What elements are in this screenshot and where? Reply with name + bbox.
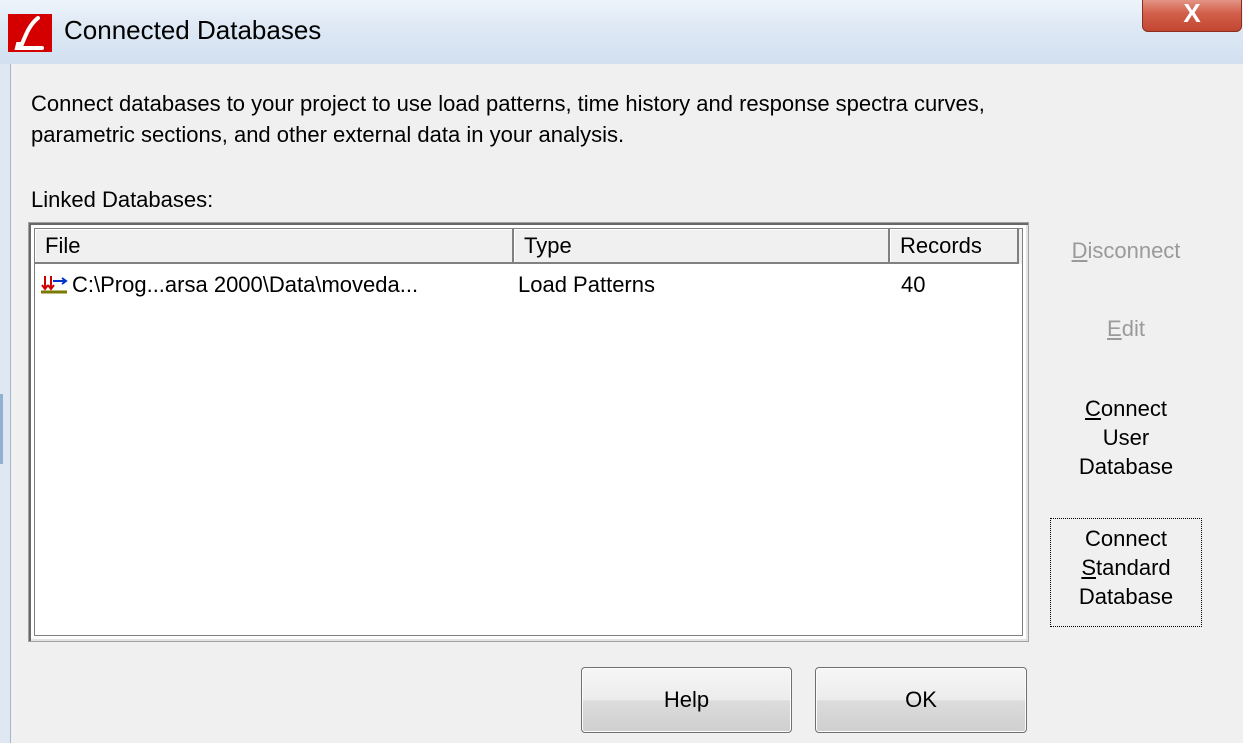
row-records: 40 [901,272,926,297]
disconnect-mnemonic: D [1071,238,1088,263]
help-button[interactable]: Help [581,667,792,733]
connect-user-line3: Database [1078,454,1174,479]
app-logo-icon [8,14,52,52]
dialog-client: Connect databases to your project to use… [11,64,1243,743]
column-header-records[interactable]: Records [890,229,1019,264]
connect-standard-line3: Database [1078,584,1174,609]
description-text: Connect databases to your project to use… [31,88,1221,150]
window-frame-edge [0,64,11,743]
column-header-type[interactable]: Type [514,229,890,264]
title-bar[interactable]: Connected Databases X [0,0,1243,64]
edit-button[interactable]: Edit [1061,314,1191,343]
table-row[interactable]: C:\Prog...arsa 2000\Data\moveda... Load … [35,269,1022,301]
window-title: Connected Databases [64,15,322,45]
edit-label: dit [1121,316,1145,341]
ok-button[interactable]: OK [815,667,1027,733]
list-inner: File Type Records C:\Prog...arsa 2000\Da… [34,228,1023,636]
row-type: Load Patterns [518,272,655,297]
close-button[interactable]: X [1142,0,1242,32]
description-line-2: parametric sections, and other external … [31,122,625,147]
disconnect-label: isconnect [1087,238,1181,263]
column-header-file[interactable]: File [35,229,514,264]
connect-user-database-button[interactable]: Connect User Database [1056,394,1196,481]
load-pattern-icon [41,276,68,294]
list-header: File Type Records [35,229,1022,264]
disconnect-button[interactable]: Disconnect [1051,236,1201,265]
connect-standard-database-button[interactable]: Connect Standard Database [1050,518,1202,627]
connect-user-mnemonic: C [1085,396,1101,421]
linked-databases-list[interactable]: File Type Records C:\Prog...arsa 2000\Da… [28,222,1029,642]
connect-user-line2: User [1102,425,1150,450]
frame-accent [0,394,3,464]
row-file: C:\Prog...arsa 2000\Data\moveda... [72,272,419,297]
connect-standard-line2: tandard [1096,555,1171,580]
dialog-window: Connected Databases X Connect databases … [0,0,1243,743]
connect-standard-mnemonic: S [1081,555,1097,580]
connect-user-line1: onnect [1100,396,1167,421]
edit-mnemonic: E [1107,316,1122,341]
connect-standard-line1: Connect [1085,526,1167,551]
linked-databases-label: Linked Databases: [31,187,214,212]
description-line-1: Connect databases to your project to use… [31,91,985,116]
